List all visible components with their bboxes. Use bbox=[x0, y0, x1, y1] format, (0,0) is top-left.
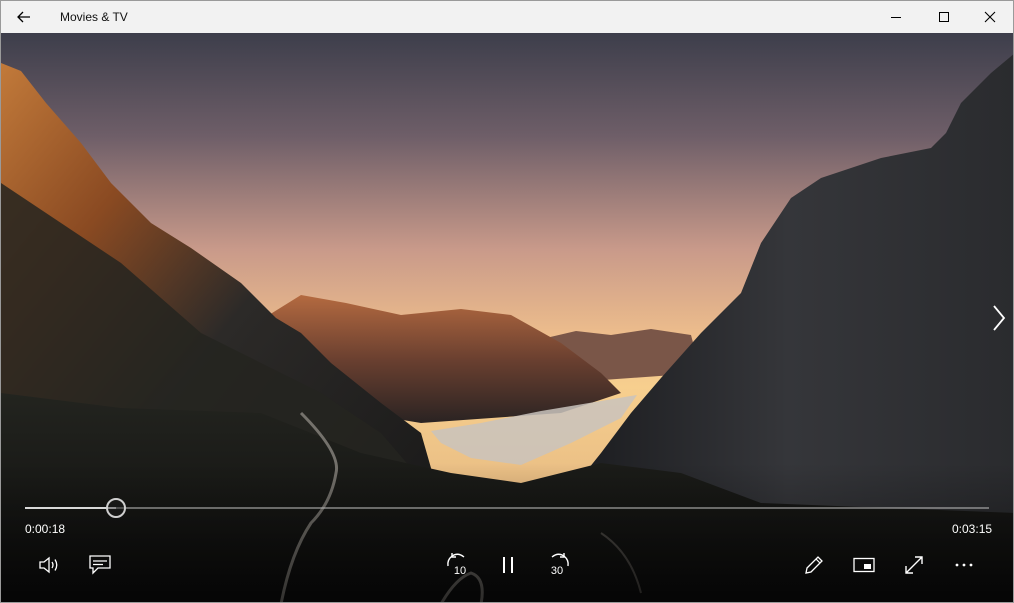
close-button[interactable] bbox=[967, 1, 1013, 33]
volume-button[interactable] bbox=[30, 549, 70, 581]
more-options-icon bbox=[955, 563, 973, 567]
skip-back-seconds: 10 bbox=[454, 565, 466, 577]
skip-forward-30-icon: 30 bbox=[551, 553, 569, 577]
maximize-button[interactable] bbox=[921, 1, 967, 33]
window-title: Movies & TV bbox=[60, 10, 128, 24]
minimize-icon bbox=[891, 17, 901, 18]
total-time: 0:03:15 bbox=[952, 522, 993, 536]
subtitles-button[interactable] bbox=[80, 549, 120, 581]
skip-forward-button[interactable]: 30 bbox=[538, 549, 578, 581]
back-button[interactable] bbox=[11, 5, 37, 29]
back-arrow-icon bbox=[17, 11, 30, 23]
pause-button[interactable] bbox=[488, 549, 528, 581]
more-options-button[interactable] bbox=[944, 549, 984, 581]
fullscreen-icon bbox=[905, 556, 923, 574]
chevron-right-icon bbox=[993, 305, 1006, 331]
skip-back-10-icon: 10 bbox=[447, 553, 466, 577]
video-scene-image bbox=[1, 33, 1013, 602]
title-bar: Movies & TV bbox=[1, 1, 1013, 33]
mini-view-icon bbox=[853, 557, 875, 573]
next-item-button[interactable] bbox=[989, 301, 1009, 335]
maximize-icon bbox=[939, 12, 949, 22]
seek-bar-thumb[interactable] bbox=[105, 498, 126, 518]
edit-pencil-icon bbox=[805, 556, 823, 574]
edit-button[interactable] bbox=[794, 549, 834, 581]
current-time: 0:00:18 bbox=[25, 522, 66, 536]
skip-forward-seconds: 30 bbox=[551, 565, 563, 577]
close-icon bbox=[984, 11, 996, 23]
skip-back-button[interactable]: 10 bbox=[438, 549, 478, 581]
minimize-button[interactable] bbox=[873, 1, 919, 33]
mini-view-button[interactable] bbox=[844, 549, 884, 581]
seek-bar-progress bbox=[25, 507, 116, 509]
pause-icon bbox=[503, 557, 513, 573]
video-frame[interactable]: 0:00:18 0:03:15 10 30 bbox=[1, 33, 1013, 602]
volume-icon bbox=[39, 556, 58, 574]
app-window: Movies & TV 0:00:18 0:03:15 10 30 bbox=[0, 0, 1014, 603]
subtitles-icon bbox=[89, 555, 111, 575]
seek-bar[interactable] bbox=[25, 498, 989, 518]
fullscreen-button[interactable] bbox=[894, 549, 934, 581]
